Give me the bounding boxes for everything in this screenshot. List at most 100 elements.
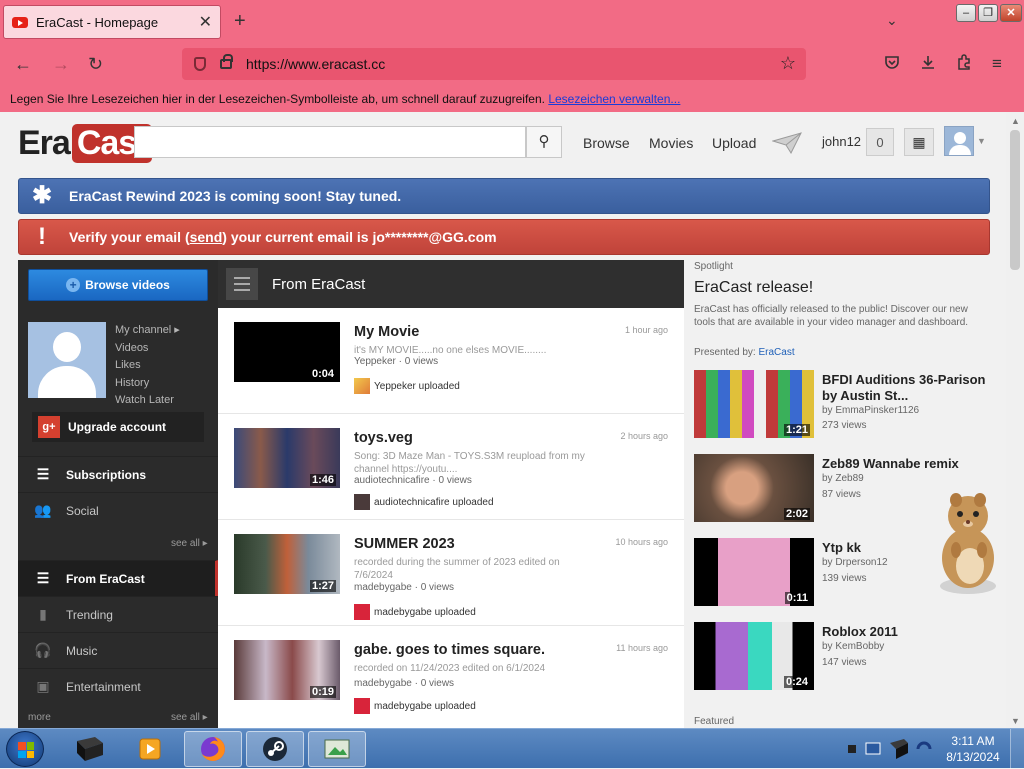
link-my-channel[interactable]: My channel ▸ xyxy=(115,322,180,340)
see-all-link[interactable]: see all ▸ xyxy=(171,538,208,549)
search-button[interactable]: ⚲ xyxy=(526,126,562,158)
notifications-count[interactable]: 0 xyxy=(866,128,894,156)
search-input[interactable] xyxy=(134,126,526,158)
spotlight-video[interactable]: 0:24 Roblox 2011 by KemBobby 147 views xyxy=(694,622,994,690)
show-desktop-button[interactable] xyxy=(1010,729,1024,769)
video-title[interactable]: Zeb89 Wannabe remix xyxy=(822,456,992,472)
list-item[interactable]: 1:46 toys.veg Song: 3D Maze Man - TOYS.S… xyxy=(218,414,684,520)
video-author[interactable]: by KemBobby xyxy=(822,641,884,652)
feed-menu-icon[interactable] xyxy=(226,268,258,300)
video-thumbnail[interactable]: 1:21 xyxy=(694,370,814,438)
scrollbar-thumb[interactable] xyxy=(1010,130,1020,270)
video-thumbnail[interactable]: 1:27 xyxy=(234,534,340,594)
tab-list-chevron-icon[interactable]: ⌄ xyxy=(886,12,898,29)
url-bar[interactable]: https://www.eracast.cc ☆ xyxy=(182,48,806,80)
minimize-button[interactable]: – xyxy=(956,4,976,22)
taskbar-app-image-viewer[interactable] xyxy=(308,731,366,767)
close-window-button[interactable]: ✕ xyxy=(1000,4,1022,22)
video-thumbnail[interactable]: 1:46 xyxy=(234,428,340,488)
spotlight-video[interactable]: 1:21 BFDI Auditions 36-Parison by Austin… xyxy=(694,370,994,438)
upgrade-account-button[interactable]: g+ Upgrade account xyxy=(32,412,204,442)
sidebar-item-subscriptions[interactable]: ☰ Subscriptions xyxy=(18,456,218,492)
video-title[interactable]: gabe. goes to times square. xyxy=(354,642,545,658)
list-item[interactable]: 1:27 SUMMER 2023 recorded during the sum… xyxy=(218,520,684,626)
uploader-line[interactable]: audiotechnicafire uploaded xyxy=(354,494,494,510)
hamster-icon[interactable] xyxy=(924,488,1008,600)
video-thumbnail[interactable]: 0:24 xyxy=(694,622,814,690)
sidebar-item-music[interactable]: 🎧 Music xyxy=(18,632,218,668)
nav-upload[interactable]: Upload xyxy=(712,135,756,151)
apps-grid-icon[interactable]: ▦ xyxy=(904,128,934,156)
tray-speaker-icon[interactable] xyxy=(844,739,860,759)
start-button[interactable] xyxy=(6,731,44,767)
list-item[interactable]: 0:04 My Movie it's MY MOVIE.....no one e… xyxy=(218,308,684,414)
list-item[interactable]: 0:19 gabe. goes to times square. recorde… xyxy=(218,626,684,728)
tab-eracast[interactable]: EraCast - Homepage ✕ xyxy=(3,5,221,39)
taskbar-app-media-player[interactable] xyxy=(122,731,180,767)
eracast-logo[interactable]: Era Cast xyxy=(18,124,152,163)
uploader-line[interactable]: madebygabe uploaded xyxy=(354,604,476,620)
new-tab-button[interactable]: + xyxy=(234,10,246,33)
video-author[interactable]: by Zeb89 xyxy=(822,473,864,484)
tray-sync-icon[interactable] xyxy=(914,739,934,759)
avatar[interactable] xyxy=(944,126,974,156)
video-title[interactable]: BFDI Auditions 36-Parison by Austin St..… xyxy=(822,372,992,404)
taskbar-app-steam[interactable] xyxy=(246,731,304,767)
link-likes[interactable]: Likes xyxy=(115,357,180,375)
sidebar-item-social[interactable]: 👥 Social xyxy=(18,492,218,528)
tracking-shield-icon[interactable] xyxy=(194,57,206,71)
pocket-icon[interactable] xyxy=(884,54,900,70)
scroll-up-icon[interactable]: ▲ xyxy=(1011,116,1020,126)
sidebar-item-from-eracast[interactable]: ☰ From EraCast xyxy=(18,560,218,596)
more-link[interactable]: more xyxy=(28,712,51,723)
link-history[interactable]: History xyxy=(115,375,180,393)
link-watch-later[interactable]: Watch Later xyxy=(115,392,180,410)
uploader-line[interactable]: madebygabe uploaded xyxy=(354,698,476,714)
reload-icon[interactable]: ↻ xyxy=(88,54,103,75)
video-title[interactable]: toys.veg xyxy=(354,430,413,446)
video-title[interactable]: Roblox 2011 xyxy=(822,624,992,640)
restore-button[interactable]: ❐ xyxy=(978,4,998,22)
video-title[interactable]: My Movie xyxy=(354,324,419,340)
spotlight-title[interactable]: EraCast release! xyxy=(694,279,813,297)
presenter-link[interactable]: EraCast xyxy=(758,347,794,358)
scroll-down-icon[interactable]: ▼ xyxy=(1011,716,1020,726)
link-videos[interactable]: Videos xyxy=(115,340,180,358)
system-clock[interactable]: 3:11 AM 8/13/2024 xyxy=(942,733,1004,765)
video-thumbnail[interactable]: 0:19 xyxy=(234,640,340,700)
close-tab-icon[interactable]: ✕ xyxy=(199,12,212,32)
username[interactable]: john12 xyxy=(822,134,861,149)
video-author[interactable]: by Drperson12 xyxy=(822,557,888,568)
nav-browse[interactable]: Browse xyxy=(583,135,630,151)
sidebar-item-entertainment[interactable]: ▣ Entertainment xyxy=(18,668,218,704)
video-duration: 1:27 xyxy=(309,580,336,592)
menu-hamburger-icon[interactable]: ≡ xyxy=(992,54,1002,74)
lock-icon[interactable] xyxy=(220,54,233,69)
video-thumbnail[interactable]: 0:11 xyxy=(694,538,814,606)
chevron-down-icon[interactable]: ▼ xyxy=(977,136,986,146)
tray-computer-icon[interactable] xyxy=(888,737,910,761)
send-verification-link[interactable]: send xyxy=(190,229,223,245)
url-text[interactable]: https://www.eracast.cc xyxy=(246,56,385,72)
bookmark-star-icon[interactable]: ☆ xyxy=(780,53,796,74)
sidebar-item-trending[interactable]: ▮ Trending xyxy=(18,596,218,632)
browse-videos-button[interactable]: + Browse videos xyxy=(28,269,208,301)
video-title[interactable]: SUMMER 2023 xyxy=(354,536,455,552)
see-all-link[interactable]: see all ▸ xyxy=(171,712,208,723)
extensions-icon[interactable] xyxy=(956,54,972,70)
manage-bookmarks-link[interactable]: Lesezeichen verwalten... xyxy=(548,92,680,106)
downloads-icon[interactable] xyxy=(920,54,936,70)
back-arrow-icon[interactable]: ← xyxy=(14,54,32,75)
page-scrollbar[interactable]: ▲ ▼ xyxy=(1006,112,1024,728)
tray-network-icon[interactable] xyxy=(864,739,884,759)
taskbar-app-firefox[interactable] xyxy=(184,731,242,767)
paper-plane-icon[interactable] xyxy=(772,132,802,154)
video-thumbnail[interactable]: 0:04 xyxy=(234,322,340,382)
forward-arrow-icon[interactable]: → xyxy=(52,54,70,75)
video-thumbnail[interactable]: 2:02 xyxy=(694,454,814,522)
taskbar-app-computer[interactable] xyxy=(60,731,118,767)
nav-movies[interactable]: Movies xyxy=(649,135,693,151)
uploader-line[interactable]: Yeppeker uploaded xyxy=(354,378,460,394)
video-author[interactable]: by EmmaPinsker1126 xyxy=(822,405,919,416)
profile-picture[interactable] xyxy=(28,322,106,398)
